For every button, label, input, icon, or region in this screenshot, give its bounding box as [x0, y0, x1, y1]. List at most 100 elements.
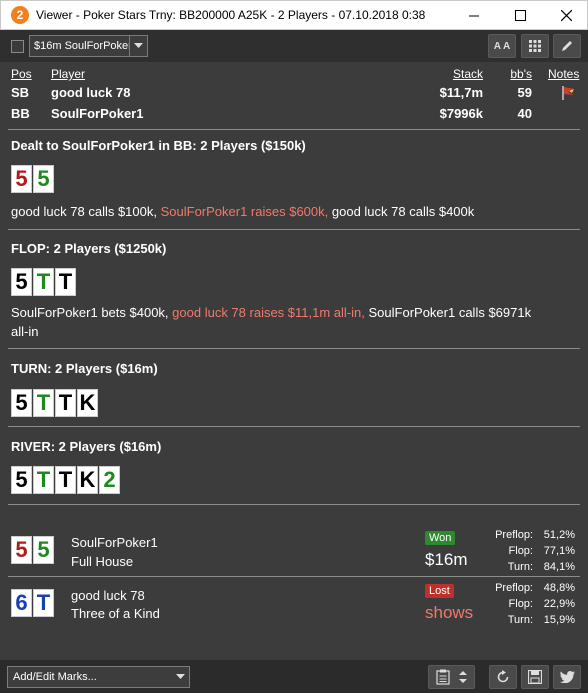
- equity-value: 51,2%: [543, 529, 575, 541]
- player-bbs: 40: [517, 106, 532, 121]
- player-pos: SB: [11, 85, 30, 100]
- player-name[interactable]: SoulForPoker1: [51, 106, 143, 121]
- card: 5: [11, 389, 32, 417]
- marks-dropdown-value: Add/Edit Marks...: [13, 671, 97, 683]
- player-pos: BB: [11, 106, 30, 121]
- card: T: [33, 268, 54, 296]
- result-amount: shows: [425, 603, 474, 622]
- divider: [8, 129, 580, 130]
- action-text: all-in: [11, 324, 39, 339]
- action-text-hero: good luck 78 raises $11,1m all-in,: [172, 305, 365, 320]
- equity-value: 84,1%: [543, 561, 575, 573]
- hand-selector-value: $16m SoulForPoker: [34, 40, 129, 52]
- spinner-arrows-icon: [458, 671, 467, 683]
- twitter-button[interactable]: [553, 665, 581, 689]
- player-header: Player: [51, 67, 86, 81]
- card: T: [33, 389, 54, 417]
- pencil-icon: [562, 41, 572, 51]
- pos-header: Pos: [11, 67, 32, 81]
- refresh-icon: [497, 670, 509, 683]
- flop-actions: SoulForPoker1 bets $400k, good luck 78 r…: [11, 303, 579, 341]
- preflop-title: Dealt to SoulForPoker1 in BB: 2 Players …: [11, 138, 306, 153]
- app-icon: 2: [11, 6, 29, 24]
- card: 6: [11, 589, 32, 617]
- close-icon: [560, 10, 572, 21]
- result-hand-name: Full House: [71, 554, 134, 569]
- player-bbs: 59: [517, 85, 532, 100]
- player-name[interactable]: good luck 78: [51, 85, 130, 100]
- divider: [8, 576, 580, 577]
- card: 5: [11, 536, 32, 564]
- hand-checkbox[interactable]: [11, 40, 24, 53]
- preflop-cards: 5 5: [11, 165, 54, 193]
- result-cards: 6 T: [11, 589, 54, 617]
- font-size-icon: A A: [493, 40, 511, 52]
- equity-value: 15,9%: [543, 614, 575, 626]
- equity-label: Flop:: [508, 598, 533, 610]
- action-text: SoulForPoker1 bets $400k,: [11, 305, 169, 320]
- note-flag-icon[interactable]: [560, 85, 576, 106]
- clipboard-icon: [435, 669, 450, 685]
- result-amount: $16m: [425, 550, 468, 569]
- clipboard-button[interactable]: [428, 665, 475, 689]
- preflop-actions: good luck 78 calls $100k, SoulForPoker1 …: [11, 202, 474, 221]
- card: 2: [99, 466, 120, 494]
- refresh-button[interactable]: [489, 665, 517, 689]
- card: K: [77, 389, 98, 417]
- equity-value: 22,9%: [543, 598, 575, 610]
- flop-title: FLOP: 2 Players ($1250k): [11, 241, 167, 256]
- grid-icon: [529, 40, 541, 52]
- action-text: good luck 78 calls $100k,: [11, 204, 157, 219]
- bottom-bar: Add/Edit Marks...: [0, 660, 588, 693]
- equity-value: 77,1%: [543, 545, 575, 557]
- bbs-header: bb's: [510, 67, 532, 81]
- equity-label: Turn:: [507, 561, 533, 573]
- equity-label: Flop:: [508, 545, 533, 557]
- divider: [8, 229, 580, 230]
- card: 5: [11, 466, 32, 494]
- card: T: [33, 466, 54, 494]
- flop-cards: 5 T T: [11, 268, 76, 296]
- result-hand-name: Three of a Kind: [71, 606, 160, 621]
- window-title: Viewer - Poker Stars Trny: BB200000 A25K…: [36, 8, 426, 22]
- equity-label: Turn:: [507, 614, 533, 626]
- notes-header: Notes: [548, 67, 580, 81]
- result-player-name: SoulForPoker1: [71, 535, 158, 550]
- twitter-icon: [559, 671, 575, 683]
- player-stack: $11,7m: [439, 85, 483, 100]
- minimize-icon: [468, 15, 479, 17]
- grid-button[interactable]: [521, 34, 549, 58]
- save-button[interactable]: [521, 665, 549, 689]
- equity-value: 48,8%: [543, 582, 575, 594]
- stack-header: Stack: [452, 67, 483, 81]
- won-badge: Won: [425, 531, 456, 545]
- card: T: [55, 389, 76, 417]
- toolbar: $16m SoulForPoker A A: [0, 30, 588, 62]
- minimize-button[interactable]: [451, 1, 497, 30]
- card: T: [55, 268, 76, 296]
- hand-selector[interactable]: $16m SoulForPoker: [29, 35, 148, 57]
- lost-badge: Lost: [425, 584, 454, 598]
- marks-dropdown[interactable]: Add/Edit Marks...: [7, 666, 190, 688]
- card: T: [55, 466, 76, 494]
- card: 5: [33, 536, 54, 564]
- turn-title: TURN: 2 Players ($16m): [11, 361, 158, 376]
- turn-cards: 5 T T K: [11, 389, 98, 417]
- action-text-hero: SoulForPoker1 raises $600k,: [160, 204, 329, 219]
- card: 5: [33, 165, 54, 193]
- close-button[interactable]: [543, 1, 588, 30]
- save-icon: [528, 670, 542, 684]
- maximize-button[interactable]: [497, 1, 543, 30]
- font-size-button[interactable]: A A: [488, 34, 516, 58]
- chevron-down-icon: [129, 36, 147, 56]
- divider: [8, 426, 580, 427]
- card: K: [77, 466, 98, 494]
- equity-label: Preflop:: [495, 529, 533, 541]
- player-stack: $7996k: [439, 106, 483, 121]
- card: T: [33, 589, 54, 617]
- result-cards: 5 5: [11, 536, 54, 564]
- edit-button[interactable]: [553, 34, 581, 58]
- result-player-name: good luck 78: [71, 588, 145, 603]
- title-bar: 2 Viewer - Poker Stars Trny: BB200000 A2…: [0, 0, 588, 30]
- divider: [8, 348, 580, 349]
